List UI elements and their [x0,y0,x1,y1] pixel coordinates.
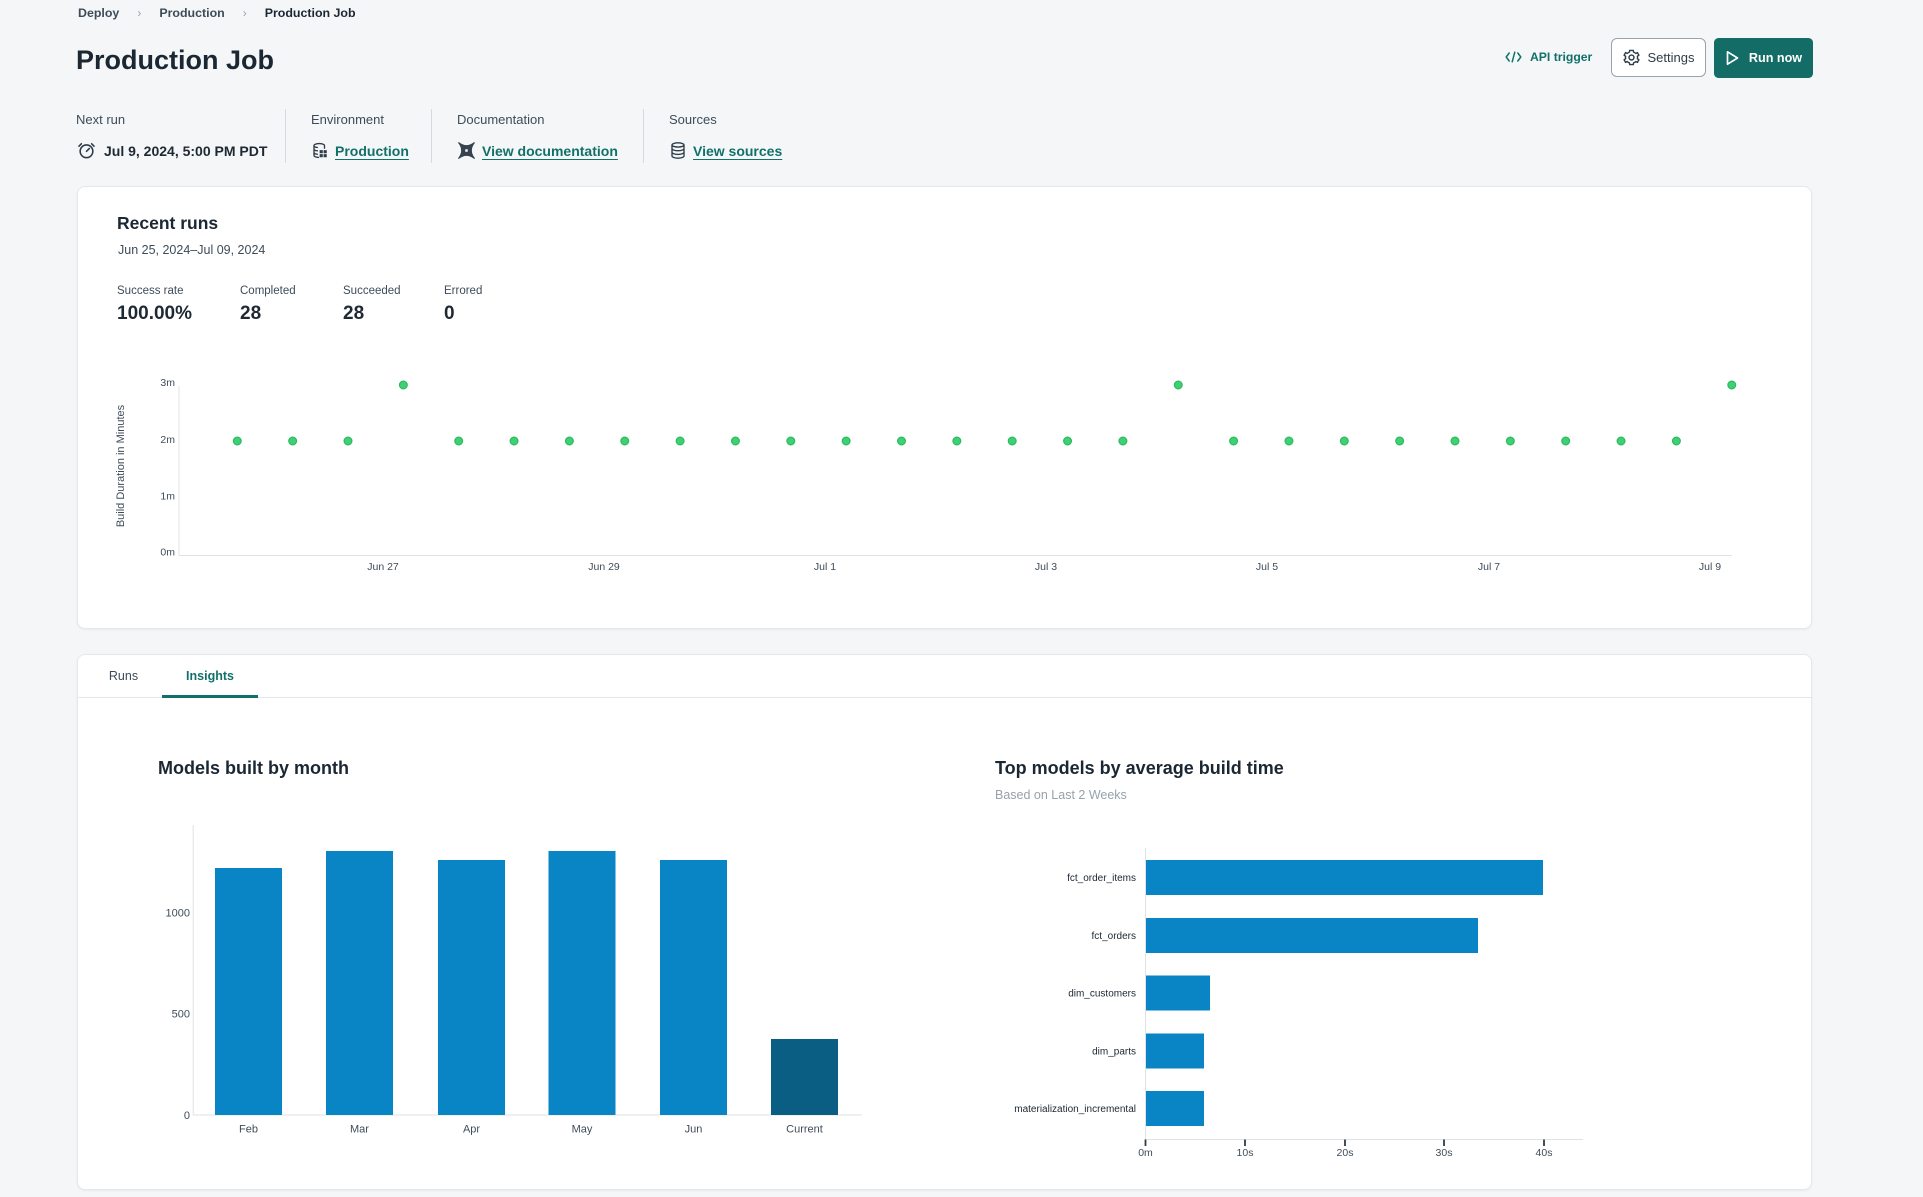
svg-text:3m: 3m [160,377,175,389]
svg-text:fct_order_items: fct_order_items [1067,873,1136,884]
svg-text:Jun: Jun [685,1124,703,1136]
svg-text:Apr: Apr [463,1124,480,1136]
svg-text:Jun 29: Jun 29 [588,561,620,573]
svg-text:Jun 27: Jun 27 [367,561,399,573]
svg-text:materialization_incremental: materialization_incremental [1014,1104,1136,1115]
svg-text:dim_customers: dim_customers [1068,989,1136,1000]
svg-text:1000: 1000 [166,908,190,920]
svg-text:Jul 7: Jul 7 [1478,561,1500,573]
svg-text:dim_parts: dim_parts [1092,1047,1136,1058]
svg-text:20s: 20s [1337,1147,1354,1159]
svg-text:40s: 40s [1536,1147,1553,1159]
svg-text:Feb: Feb [239,1124,258,1136]
svg-text:Current: Current [786,1124,823,1136]
svg-text:2m: 2m [160,434,175,446]
svg-text:0m: 0m [160,547,175,559]
svg-text:30s: 30s [1436,1147,1453,1159]
svg-text:0: 0 [184,1110,190,1122]
svg-text:Jul 3: Jul 3 [1035,561,1057,573]
svg-text:1m: 1m [160,491,175,503]
svg-text:10s: 10s [1237,1147,1254,1159]
svg-text:Jul 5: Jul 5 [1256,561,1278,573]
svg-text:Jul 9: Jul 9 [1699,561,1721,573]
svg-text:fct_orders: fct_orders [1092,931,1136,942]
svg-text:May: May [572,1124,593,1136]
svg-text:0m: 0m [1138,1147,1153,1159]
svg-text:Mar: Mar [350,1124,369,1136]
svg-text:Jul 1: Jul 1 [814,561,836,573]
svg-text:500: 500 [172,1009,190,1021]
svg-text:Build Duration in Minutes: Build Duration in Minutes [115,404,127,527]
